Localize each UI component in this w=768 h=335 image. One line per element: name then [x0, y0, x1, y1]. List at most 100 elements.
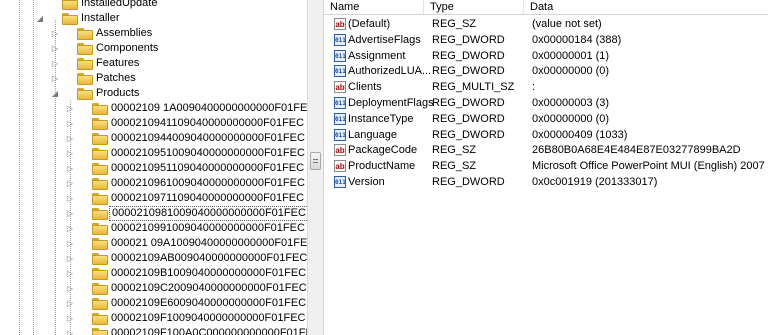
collapse-arrow-icon[interactable]: ◢: [51, 86, 59, 101]
registry-key-tree[interactable]: InstalledUpdate ◢ Installer ▷ Assemblies ▷ Com…: [0, 0, 307, 335]
tree-item[interactable]: ▷ 00002109 1A0090400000000000F01FEC: [0, 101, 307, 116]
tree-item[interactable]: ▷ 00002109AB009040000000000F01FEC: [0, 251, 307, 266]
tree-item[interactable]: ▷ 0000210981009040000000000F01FEC: [0, 206, 307, 221]
value-row[interactable]: 011 AuthorizedLUA... REG_DWORD 0x00000000 (…: [324, 63, 768, 79]
tree-item[interactable]: ▷ 00002109F100A0C000000000000F01FEC: [0, 326, 307, 335]
folder-icon: [62, 13, 78, 25]
value-row[interactable]: ab ProductName REG_SZ Microsoft Office Powe…: [324, 158, 768, 174]
value-name: ProductName: [348, 160, 416, 173]
expand-arrow-icon[interactable]: ▷: [66, 311, 74, 326]
value-type: REG_DWORD: [432, 112, 505, 125]
value-row[interactable]: 011 Version REG_DWORD 0x0c001919 (201333017…: [324, 174, 768, 190]
value-row[interactable]: 011 Language REG_DWORD 0x00000409 (1033): [324, 127, 768, 143]
expand-arrow-icon[interactable]: ▷: [66, 206, 74, 221]
collapse-arrow-icon[interactable]: ◢: [36, 11, 44, 26]
folder-icon: [62, 0, 78, 10]
tree-item-label: Patches: [96, 72, 136, 84]
tree-item[interactable]: InstalledUpdate: [0, 0, 307, 11]
string-value-icon: ab: [334, 18, 346, 30]
tree-item-label: Assemblies: [96, 27, 153, 39]
expand-arrow-icon[interactable]: ▷: [66, 101, 74, 116]
tree-item-label: InstalledUpdate: [81, 0, 158, 9]
tree-item-label: 0000210991009040000000000F01FEC: [111, 222, 305, 234]
tree-item-label: 00002109F1009040000000000F01FEC: [111, 312, 306, 324]
tree-item[interactable]: ▷ 0000210951009040000000000F01FEC: [0, 146, 307, 161]
value-type: REG_DWORD: [432, 49, 505, 62]
folder-icon: [92, 133, 108, 145]
column-header-type[interactable]: Type: [424, 0, 524, 15]
expand-arrow-icon[interactable]: ▷: [66, 161, 74, 176]
tree-item[interactable]: ▷ 00002109C2009040000000000F01FEC: [0, 281, 307, 296]
tree-item[interactable]: ▷ Features: [0, 56, 307, 71]
string-value-icon: ab: [334, 81, 346, 94]
value-row[interactable]: 011 AdvertiseFlags REG_DWORD 0x00000184 (38…: [324, 32, 768, 48]
pane-splitter[interactable]: [307, 0, 324, 335]
folder-icon: [92, 268, 108, 280]
expand-arrow-icon[interactable]: ▷: [66, 326, 74, 335]
expand-arrow-icon[interactable]: ▷: [51, 41, 59, 56]
tree-item[interactable]: ▷ 0000210991009040000000000F01FEC: [0, 221, 307, 236]
folder-icon: [92, 328, 108, 335]
dword-value-icon: 011: [334, 65, 346, 78]
tree-item[interactable]: ▷ 00002109B1009040000000000F01FEC: [0, 266, 307, 281]
expand-arrow-icon[interactable]: ▷: [66, 116, 74, 131]
dword-value-icon: 011: [334, 49, 346, 62]
tree-item-label: 00002109E6009040000000000F01FEC: [111, 297, 307, 309]
column-header-name[interactable]: Name: [324, 0, 424, 15]
tree-item[interactable]: ▷ 00002109F1009040000000000F01FEC: [0, 311, 307, 326]
tree-item[interactable]: ▷ Components: [0, 41, 307, 56]
string-value-icon: ab: [334, 160, 346, 173]
tree-item[interactable]: ◢ Products: [0, 86, 307, 101]
expand-arrow-icon[interactable]: ▷: [66, 281, 74, 296]
value-name: Clients: [348, 81, 382, 94]
column-header-data[interactable]: Data: [524, 0, 768, 15]
tree-item-label: 0000210951009040000000000F01FEC: [111, 147, 305, 159]
expand-arrow-icon[interactable]: ▷: [66, 266, 74, 281]
value-name: (Default): [348, 18, 391, 30]
expand-arrow-icon[interactable]: ▷: [66, 191, 74, 206]
tree-item-label: 00002109AB009040000000000F01FEC: [111, 252, 307, 264]
tree-item[interactable]: ▷ 00002109E6009040000000000F01FEC: [0, 296, 307, 311]
tree-item-label: Installer: [81, 12, 120, 24]
tree-item-label: 00002109C2009040000000000F01FEC: [111, 282, 307, 294]
expand-arrow-icon[interactable]: ▷: [66, 176, 74, 191]
folder-icon: [92, 238, 108, 250]
value-name: InstanceType: [348, 112, 414, 125]
folder-icon: [92, 313, 108, 325]
expand-arrow-icon[interactable]: ▷: [66, 236, 74, 251]
tree-item[interactable]: ▷ Patches: [0, 71, 307, 86]
splitter-grip-icon[interactable]: [310, 152, 321, 170]
tree-item[interactable]: ◢ Installer: [0, 11, 307, 26]
expand-arrow-icon[interactable]: ▷: [51, 26, 59, 41]
value-row[interactable]: 011 Assignment REG_DWORD 0x00000001 (1): [324, 48, 768, 64]
value-type: REG_SZ: [432, 144, 477, 157]
expand-arrow-icon[interactable]: ▷: [66, 221, 74, 236]
tree-item[interactable]: ▷ 0000210944009040000000000F01FEC: [0, 131, 307, 146]
expand-arrow-icon[interactable]: ▷: [51, 56, 59, 71]
tree-item[interactable]: ▷ 0000210951109040000000000F01FEC: [0, 161, 307, 176]
tree-item-label: Products: [96, 87, 140, 99]
value-type: REG_DWORD: [432, 97, 505, 109]
value-row[interactable]: ab (Default) REG_SZ (value not set): [324, 16, 768, 32]
value-data: 0x00000409 (1033): [532, 128, 628, 141]
value-row[interactable]: ab PackageCode REG_SZ 26B80B0A68E4E484E87E0…: [324, 142, 768, 158]
tree-item-label: 0000210944009040000000000F01FEC: [111, 132, 305, 144]
value-row[interactable]: 011 DeploymentFlags REG_DWORD 0x00000003 (3…: [324, 95, 768, 111]
tree-item[interactable]: ▷ 000021 09A10090400000000000F01FEC: [0, 236, 307, 251]
tree-item[interactable]: ▷ 0000210941109040000000000F01FEC: [0, 116, 307, 131]
dword-value-icon: 011: [334, 97, 346, 109]
value-row[interactable]: 011 InstanceType REG_DWORD 0x00000000 (0): [324, 111, 768, 127]
expand-arrow-icon[interactable]: ▷: [51, 71, 59, 86]
tree-item[interactable]: ▷ 0000210961009040000000000F01FEC: [0, 176, 307, 191]
folder-icon: [77, 88, 93, 100]
expand-arrow-icon[interactable]: ▷: [66, 146, 74, 161]
string-value-icon: ab: [334, 144, 346, 157]
tree-item[interactable]: ▷ Assemblies: [0, 26, 307, 41]
value-row[interactable]: ab Clients REG_MULTI_SZ:: [324, 79, 768, 95]
expand-arrow-icon[interactable]: ▷: [66, 251, 74, 266]
expand-arrow-icon[interactable]: ▷: [66, 131, 74, 146]
expand-arrow-icon[interactable]: ▷: [66, 296, 74, 311]
registry-values-list[interactable]: Name Type Data ab (Default) REG_SZ (value n…: [324, 0, 768, 335]
folder-icon: [77, 58, 93, 70]
tree-item[interactable]: ▷ 0000210971109040000000000F01FEC: [0, 191, 307, 206]
